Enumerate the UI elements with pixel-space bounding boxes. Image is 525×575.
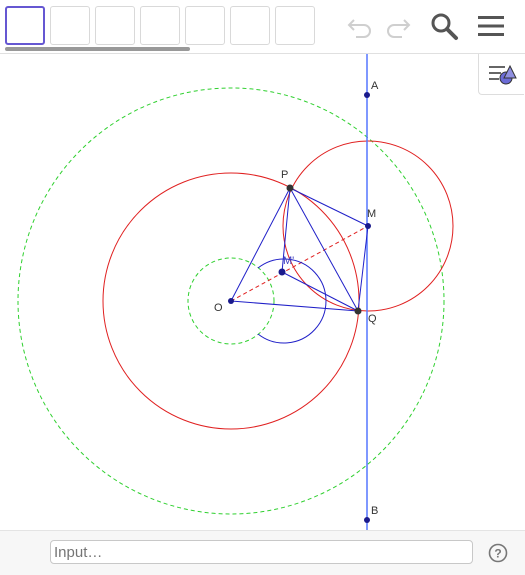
point-b[interactable] <box>364 517 370 523</box>
redo-button[interactable] <box>380 8 416 44</box>
label-o: O <box>214 302 223 314</box>
arc-inversion[interactable] <box>257 258 327 344</box>
tool-perpendicular-button[interactable] <box>140 6 180 45</box>
segment-mprime-q[interactable] <box>281 271 359 312</box>
menu-icon <box>478 16 504 36</box>
point-q[interactable] <box>354 307 362 315</box>
redo-icon <box>387 19 411 38</box>
tool-polygon-button[interactable] <box>185 6 225 45</box>
style-bar-button[interactable] <box>478 54 524 95</box>
label-a: A <box>371 80 379 92</box>
segment-pm[interactable] <box>289 187 369 227</box>
segment-op[interactable] <box>230 187 291 302</box>
help-icon[interactable]: ? <box>488 543 508 563</box>
label-m: M <box>367 208 376 220</box>
toolbar-scroll-indicator <box>5 47 190 51</box>
algebra-input[interactable] <box>50 540 473 564</box>
tool-circle-button[interactable] <box>230 6 270 45</box>
label-b: B <box>371 505 378 517</box>
algebra-input-bar: ? <box>0 530 525 575</box>
style-bar-icon <box>488 64 517 85</box>
undo-button[interactable] <box>342 8 378 44</box>
point-m-prime[interactable] <box>278 268 286 276</box>
point-a[interactable] <box>364 92 370 98</box>
point-o[interactable] <box>228 298 234 304</box>
label-p: P <box>281 169 288 181</box>
label-q: Q <box>368 313 377 325</box>
tool-line-button[interactable] <box>95 6 135 45</box>
graphics-view[interactable]: A B P M M' O Q <box>0 54 525 530</box>
segment-om-dashed[interactable] <box>230 225 369 302</box>
tool-move-button[interactable] <box>5 6 45 45</box>
point-m[interactable] <box>365 223 371 229</box>
search-icon <box>431 13 458 40</box>
menu-button[interactable] <box>473 8 509 44</box>
svg-text:?: ? <box>494 547 501 561</box>
toolbar <box>0 0 525 54</box>
search-button[interactable] <box>426 8 462 44</box>
undo-icon <box>347 19 371 38</box>
point-p[interactable] <box>286 184 294 192</box>
tool-angle-button[interactable] <box>275 6 315 45</box>
label-m-prime: M' <box>283 255 294 267</box>
tool-point-button[interactable] <box>50 6 90 45</box>
